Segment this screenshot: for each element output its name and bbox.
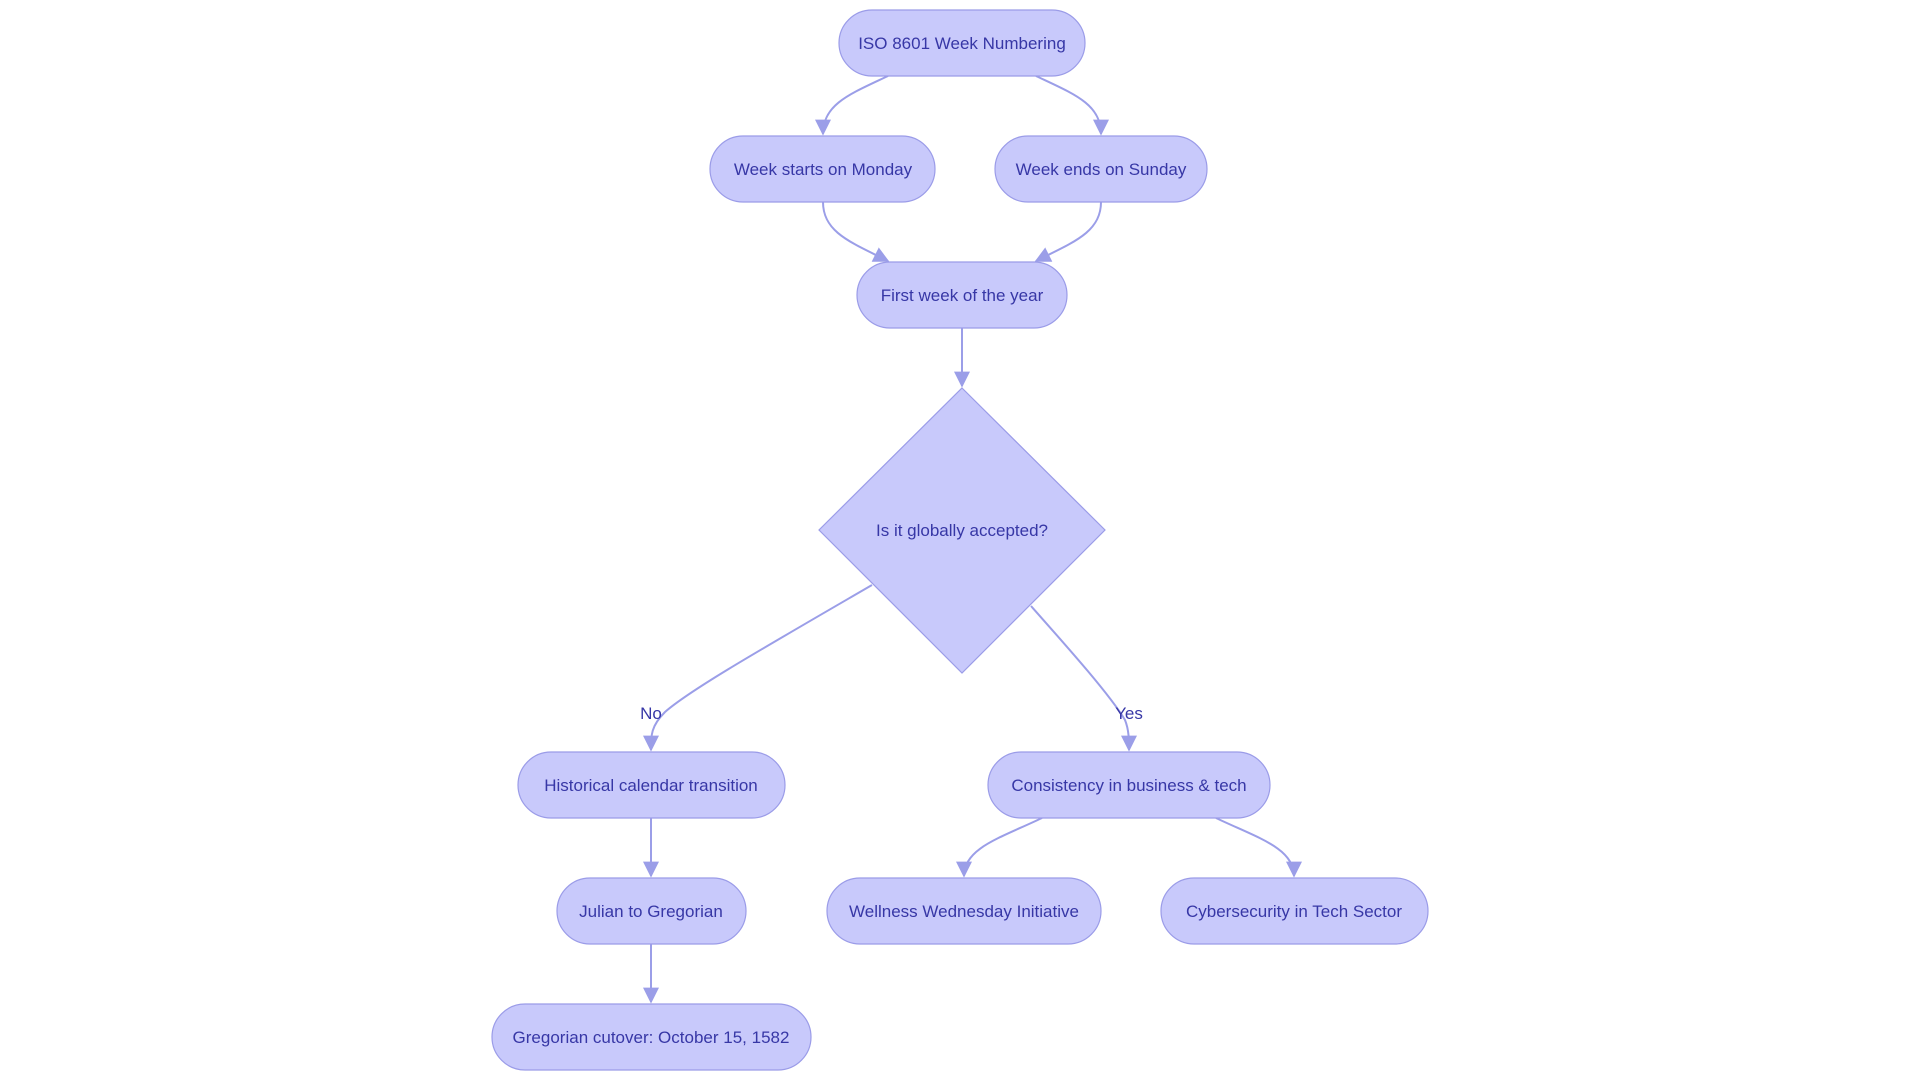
- node-label: Week starts on Monday: [734, 160, 913, 179]
- node-label: Julian to Gregorian: [579, 902, 723, 921]
- node-first-week-of-the-year[interactable]: First week of the year: [856, 261, 1068, 329]
- node-label: ISO 8601 Week Numbering: [858, 34, 1066, 53]
- node-label: Week ends on Sunday: [1016, 160, 1187, 179]
- edge-monday-to-first-week: [822, 201, 890, 262]
- node-label: Gregorian cutover: October 15, 1582: [513, 1028, 790, 1047]
- edge-decision-to-consistency: [1030, 605, 1137, 752]
- edge-decision-to-historical: [643, 584, 873, 752]
- node-consistency-in-business-tech[interactable]: Consistency in business & tech: [987, 751, 1271, 819]
- node-label: Cybersecurity in Tech Sector: [1186, 902, 1402, 921]
- node-label: Historical calendar transition: [544, 776, 758, 795]
- node-historical-calendar-transition[interactable]: Historical calendar transition: [517, 751, 786, 819]
- edge-iso-to-monday: [815, 75, 889, 136]
- node-week-ends-on-sunday[interactable]: Week ends on Sunday: [994, 135, 1208, 203]
- edge-label-no: No: [640, 704, 662, 723]
- node-decision-globally-accepted[interactable]: Is it globally accepted?: [818, 387, 1106, 674]
- node-label: Is it globally accepted?: [876, 521, 1048, 540]
- node-label: Wellness Wednesday Initiative: [849, 902, 1079, 921]
- flowchart: No Yes ISO 8601 Week Numbering Week star…: [491, 9, 1429, 1071]
- node-iso-8601-week-numbering[interactable]: ISO 8601 Week Numbering: [838, 9, 1086, 77]
- node-wellness-wednesday-initiative[interactable]: Wellness Wednesday Initiative: [826, 877, 1102, 945]
- node-gregorian-cutover[interactable]: Gregorian cutover: October 15, 1582: [491, 1003, 812, 1071]
- edge-consistency-to-cyber: [1215, 817, 1302, 878]
- edge-sunday-to-first-week: [1034, 201, 1102, 262]
- node-week-starts-on-monday[interactable]: Week starts on Monday: [709, 135, 936, 203]
- node-label: Consistency in business & tech: [1011, 776, 1246, 795]
- edge-iso-to-sunday: [1035, 75, 1109, 136]
- node-julian-to-gregorian[interactable]: Julian to Gregorian: [556, 877, 747, 945]
- node-cybersecurity-in-tech-sector[interactable]: Cybersecurity in Tech Sector: [1160, 877, 1429, 945]
- edge-label-yes: Yes: [1115, 704, 1143, 723]
- edge-consistency-to-wellness: [956, 817, 1043, 878]
- node-label: First week of the year: [881, 286, 1044, 305]
